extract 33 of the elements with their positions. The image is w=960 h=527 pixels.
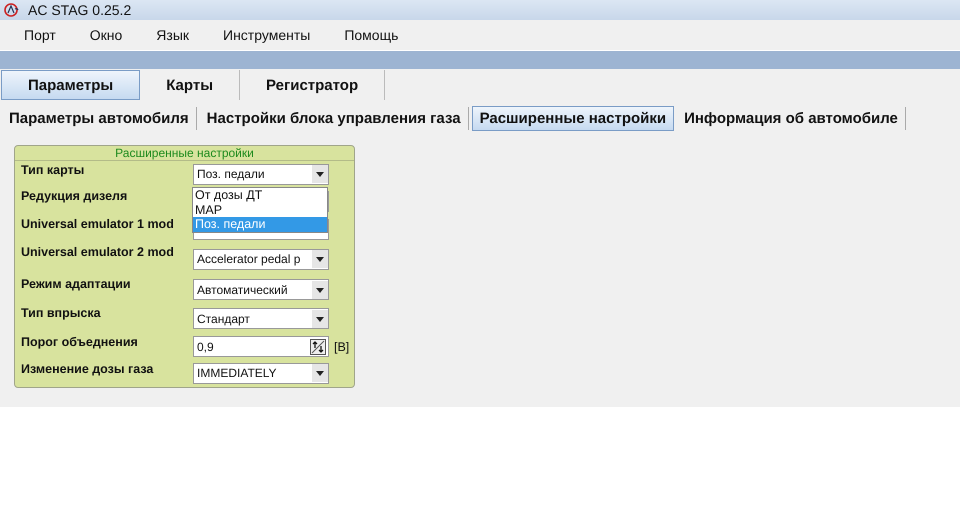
panel-title: Расширенные настройки bbox=[15, 146, 354, 161]
field-label: Universal emulator 2 mod bbox=[21, 244, 175, 259]
dropdown-option[interactable]: MAP bbox=[193, 202, 327, 217]
dropdown-option[interactable]: От дозы ДТ bbox=[193, 188, 327, 202]
tab[interactable]: Расширенные настройки bbox=[472, 106, 674, 130]
field-label: Изменение дозы газа bbox=[21, 361, 154, 376]
dropdown[interactable]: IMMEDIATELY bbox=[193, 362, 329, 384]
field-label: Тип впрыска bbox=[21, 305, 102, 320]
tab[interactable]: Параметры автомобиля bbox=[2, 106, 197, 130]
menu-item[interactable]: Язык bbox=[156, 27, 190, 43]
menu-item[interactable]: Инструменты bbox=[223, 27, 310, 43]
tab[interactable]: Карты bbox=[140, 70, 240, 100]
dropdown[interactable]: Accelerator pedal p bbox=[193, 248, 329, 270]
dropdown[interactable]: Стандарт bbox=[193, 308, 329, 329]
tab[interactable]: Настройки блока управления газа bbox=[200, 106, 469, 130]
number-field[interactable]: 0,9 bbox=[193, 336, 329, 357]
field-label: Universal emulator 1 mod bbox=[21, 216, 175, 231]
tab[interactable]: Информация об автомобиле bbox=[677, 106, 906, 130]
menu-item[interactable]: Помощь bbox=[344, 27, 398, 43]
tab[interactable]: Параметры bbox=[1, 70, 140, 100]
field-label: Тип карты bbox=[21, 162, 86, 177]
menu-item[interactable]: Окно bbox=[90, 27, 122, 43]
field-label: Режим адаптации bbox=[21, 276, 132, 291]
menu-item[interactable]: Порт bbox=[24, 27, 56, 43]
logo-icon bbox=[4, 3, 20, 17]
dropdown[interactable]: Автоматический bbox=[193, 279, 329, 300]
tab[interactable]: Регистратор bbox=[240, 70, 386, 100]
unit-label: [В] bbox=[334, 340, 350, 354]
window-title: AC STAG 0.25.2 bbox=[28, 2, 132, 18]
field-label: Порог объеднения bbox=[21, 334, 139, 349]
field-label: Редукция дизеля bbox=[21, 188, 128, 203]
dropdown[interactable]: Поз. педали bbox=[193, 164, 329, 184]
spin-arrows-icon[interactable] bbox=[310, 338, 326, 354]
